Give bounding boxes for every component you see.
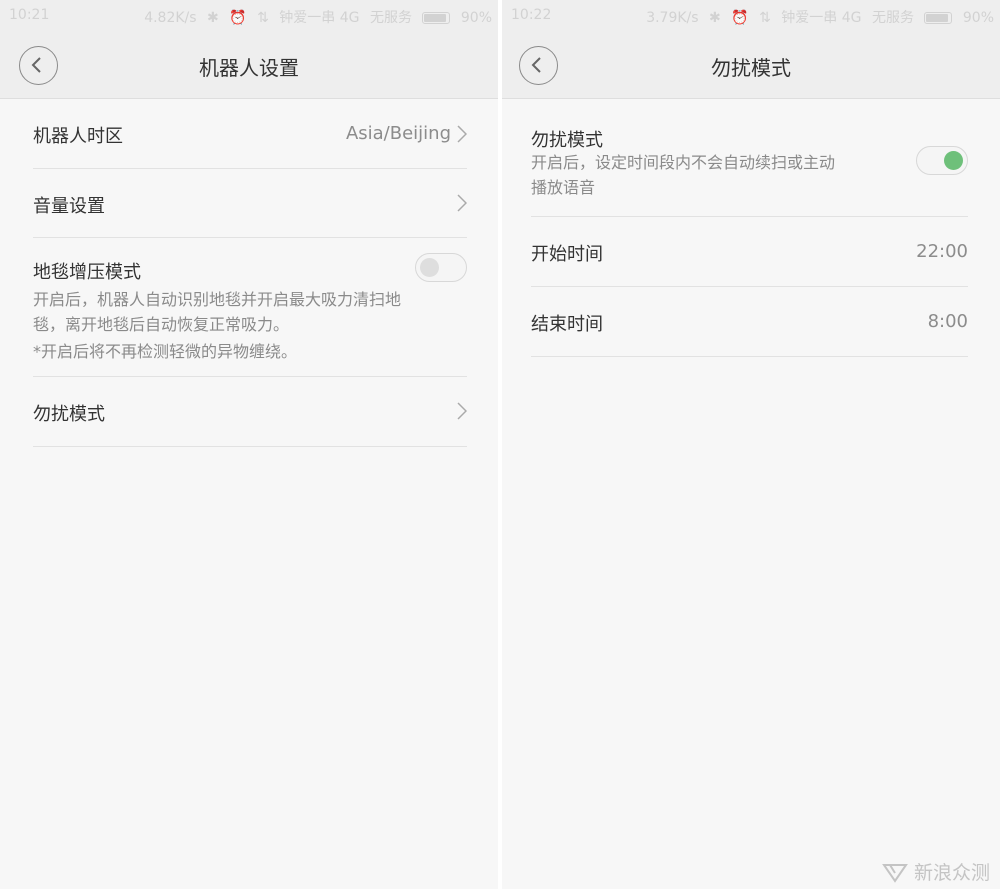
end-time-value: 8:00 bbox=[927, 311, 968, 332]
row-description: 播放语音 bbox=[531, 178, 596, 197]
toggle-knob bbox=[420, 258, 439, 277]
status-bar: 10:22 3.79K/s ✱ ⏰ ⇅ 钟爱一串 4G 无服务 90% bbox=[502, 0, 1000, 32]
watermark-text: 新浪众测 bbox=[913, 862, 990, 884]
carrier-name: 钟爱一串 4G bbox=[279, 10, 360, 26]
page-title: 勿扰模式 bbox=[711, 56, 791, 80]
status-time: 10:22 bbox=[511, 7, 552, 23]
row-note: *开启后将不再检测轻微的异物缠绕。 bbox=[33, 342, 298, 361]
do-not-disturb-toggle[interactable] bbox=[916, 146, 968, 175]
alarm-icon: ⏰ bbox=[731, 10, 749, 26]
signal-icon: ⇅ bbox=[257, 10, 269, 26]
no-service-text: 无服务 bbox=[871, 10, 914, 26]
row-start-time[interactable]: 开始时间 22:00 bbox=[531, 217, 968, 287]
status-bar: 10:21 4.82K/s ✱ ⏰ ⇅ 钟爱一串 4G 无服务 90% bbox=[0, 0, 498, 32]
settings-list: 勿扰模式 开启后，设定时间段内不会自动续扫或主动 播放语音 开始时间 22:00… bbox=[531, 99, 968, 357]
settings-list: 机器人时区 Asia/Beijing 音量设置 地毯增压模式 开启后，机器人自动… bbox=[33, 99, 467, 447]
row-do-not-disturb: 勿扰模式 开启后，设定时间段内不会自动续扫或主动 播放语音 bbox=[531, 99, 968, 217]
network-speed: 3.79K/s bbox=[646, 10, 699, 26]
watermark-logo-icon bbox=[882, 863, 908, 883]
row-label: 机器人时区 bbox=[33, 126, 123, 147]
row-volume-settings[interactable]: 音量设置 bbox=[33, 169, 467, 238]
page-title: 机器人设置 bbox=[199, 56, 299, 80]
row-robot-timezone[interactable]: 机器人时区 Asia/Beijing bbox=[33, 99, 467, 169]
nav-header: 勿扰模式 bbox=[502, 32, 1000, 99]
carpet-boost-toggle[interactable] bbox=[415, 253, 467, 282]
signal-icon: ⇅ bbox=[759, 10, 771, 26]
robot-settings-screen: 10:21 4.82K/s ✱ ⏰ ⇅ 钟爱一串 4G 无服务 90% 机器人设… bbox=[0, 0, 498, 889]
row-end-time[interactable]: 结束时间 8:00 bbox=[531, 287, 968, 357]
battery-level: 90% bbox=[962, 10, 994, 26]
row-carpet-boost: 地毯增压模式 开启后，机器人自动识别地毯并开启最大吸力清扫地 毯，离开地毯后自动… bbox=[33, 238, 467, 377]
chevron-right-icon bbox=[457, 125, 467, 143]
row-label: 勿扰模式 bbox=[531, 130, 603, 151]
watermark: 新浪众测 bbox=[882, 858, 990, 885]
start-time-value: 22:00 bbox=[916, 241, 968, 262]
row-label: 地毯增压模式 bbox=[33, 262, 141, 283]
row-description: 开启后，设定时间段内不会自动续扫或主动 bbox=[531, 153, 836, 172]
no-service-text: 无服务 bbox=[369, 10, 412, 26]
row-value: Asia/Beijing bbox=[345, 123, 451, 144]
status-time: 10:21 bbox=[9, 7, 50, 23]
bluetooth-icon: ✱ bbox=[207, 10, 219, 26]
toggle-knob bbox=[944, 151, 963, 170]
row-label: 音量设置 bbox=[33, 196, 105, 217]
row-label: 勿扰模式 bbox=[33, 404, 105, 425]
row-description: 开启后，机器人自动识别地毯并开启最大吸力清扫地 bbox=[33, 290, 402, 309]
carrier-name: 钟爱一串 4G bbox=[781, 10, 862, 26]
nav-header: 机器人设置 bbox=[0, 32, 498, 99]
battery-level: 90% bbox=[460, 10, 492, 26]
do-not-disturb-screen: 10:22 3.79K/s ✱ ⏰ ⇅ 钟爱一串 4G 无服务 90% 勿扰模式… bbox=[502, 0, 1000, 889]
chevron-right-icon bbox=[457, 194, 467, 212]
alarm-icon: ⏰ bbox=[229, 10, 247, 26]
chevron-right-icon bbox=[457, 402, 467, 420]
battery-icon bbox=[924, 12, 953, 24]
row-label: 开始时间 bbox=[531, 244, 603, 265]
row-do-not-disturb[interactable]: 勿扰模式 bbox=[33, 377, 467, 447]
battery-icon bbox=[422, 12, 451, 24]
bluetooth-icon: ✱ bbox=[709, 10, 721, 26]
row-description: 毯，离开地毯后自动恢复正常吸力。 bbox=[33, 315, 290, 334]
network-speed: 4.82K/s bbox=[144, 10, 197, 26]
row-label: 结束时间 bbox=[531, 314, 603, 335]
